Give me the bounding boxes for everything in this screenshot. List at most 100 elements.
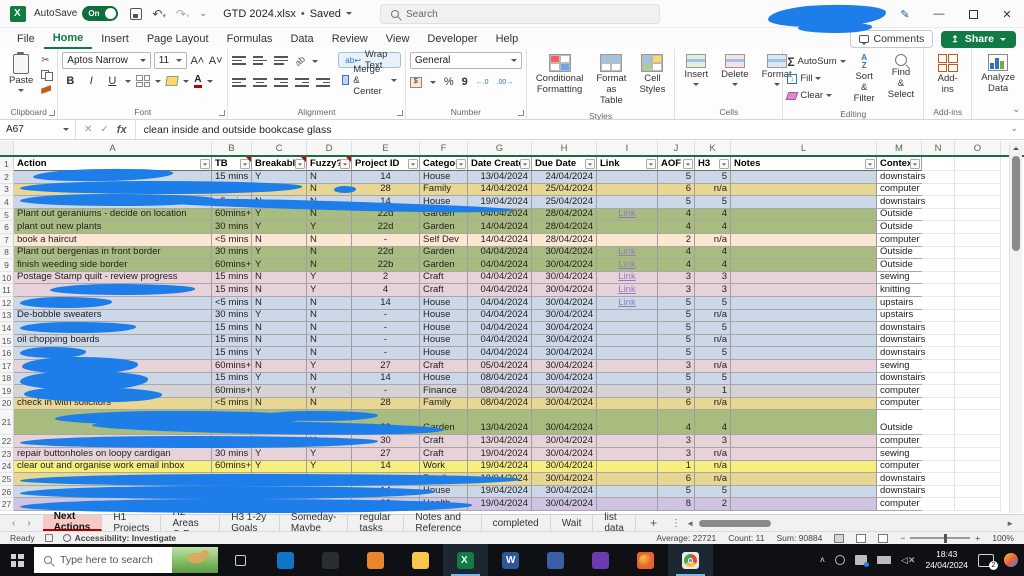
cell-h3[interactable]: n/a bbox=[695, 398, 731, 411]
cell-project-id[interactable]: - bbox=[352, 310, 420, 323]
delete-cells-button[interactable]: Delete bbox=[716, 52, 753, 88]
cell-due-date[interactable]: 30/04/2024 bbox=[532, 322, 597, 335]
cell-breakable[interactable]: N bbox=[252, 234, 307, 247]
hscroll-right-icon[interactable]: ► bbox=[1006, 519, 1014, 528]
header-aof[interactable]: AOF bbox=[658, 157, 695, 171]
page-layout-view-icon[interactable] bbox=[856, 534, 866, 543]
cell-aof[interactable]: 3 bbox=[658, 448, 695, 461]
filter-dropdown-icon[interactable] bbox=[683, 159, 693, 169]
cell-h3[interactable]: n/a bbox=[695, 310, 731, 323]
filter-dropdown-icon[interactable] bbox=[910, 159, 920, 169]
cell-due-date[interactable]: 28/04/2024 bbox=[532, 209, 597, 222]
number-dialog-launcher[interactable] bbox=[518, 110, 524, 116]
zoom-in-icon[interactable]: + bbox=[975, 533, 980, 543]
cell-due-date[interactable]: 30/04/2024 bbox=[532, 247, 597, 260]
row-number[interactable]: 2 bbox=[0, 171, 14, 184]
cell-link[interactable] bbox=[597, 498, 658, 511]
cell-due-date[interactable]: 30/04/2024 bbox=[532, 398, 597, 411]
cell-aof[interactable]: 1 bbox=[658, 461, 695, 474]
tab-options-icon[interactable]: ⋮ bbox=[671, 518, 681, 529]
scroll-up-icon[interactable] bbox=[1010, 142, 1022, 154]
cell-context[interactable]: Outside bbox=[877, 209, 922, 222]
ribbon-tab-page-layout[interactable]: Page Layout bbox=[138, 30, 218, 48]
paste-button[interactable]: Paste bbox=[4, 52, 38, 94]
row-number[interactable]: 17 bbox=[0, 360, 14, 373]
cell-context[interactable]: computer bbox=[877, 435, 922, 448]
cell-category[interactable]: Craft bbox=[420, 284, 468, 297]
row-number[interactable]: 15 bbox=[0, 335, 14, 348]
cell-notes[interactable] bbox=[731, 247, 877, 260]
cell-h3[interactable]: 4 bbox=[695, 259, 731, 272]
cell-aof[interactable]: 3 bbox=[658, 360, 695, 373]
cancel-entry-icon[interactable]: ✕ bbox=[84, 124, 92, 135]
cell-o[interactable] bbox=[955, 184, 1001, 197]
cell-date-created[interactable]: 04/04/2024 bbox=[468, 347, 532, 360]
cell-breakable[interactable]: Y bbox=[252, 385, 307, 398]
cell-tb[interactable]: 30 mins bbox=[212, 221, 252, 234]
cell-aof[interactable]: 5 bbox=[658, 322, 695, 335]
cell-due-date[interactable]: 30/04/2024 bbox=[532, 486, 597, 499]
horizontal-scroll-thumb[interactable] bbox=[699, 520, 771, 527]
cell-due-date[interactable]: 30/04/2024 bbox=[532, 360, 597, 373]
cell-aof[interactable]: 4 bbox=[658, 410, 695, 435]
cell-link[interactable] bbox=[597, 398, 658, 411]
cell-due-date[interactable]: 30/04/2024 bbox=[532, 448, 597, 461]
cell-o[interactable] bbox=[955, 373, 1001, 386]
hyperlink[interactable]: Link bbox=[618, 297, 635, 308]
cell-project-id[interactable]: 27 bbox=[352, 448, 420, 461]
cell-notes[interactable] bbox=[731, 284, 877, 297]
cell-context[interactable]: downstairs bbox=[877, 196, 922, 209]
cut-icon[interactable]: ✂ bbox=[41, 55, 53, 66]
sheet-tab-h1-projects[interactable]: H1 Projects bbox=[102, 515, 161, 531]
cell-link[interactable] bbox=[597, 373, 658, 386]
cell-styles-button[interactable]: CellStyles bbox=[634, 52, 670, 98]
cell-due-date[interactable]: 30/04/2024 bbox=[532, 259, 597, 272]
sheet-tab-next-actions[interactable]: Next Actions bbox=[43, 515, 103, 531]
ribbon-tab-insert[interactable]: Insert bbox=[92, 30, 138, 48]
column-letter-N[interactable]: N bbox=[922, 141, 955, 155]
cell-o[interactable] bbox=[955, 209, 1001, 222]
cell-date-created[interactable]: 14/04/2024 bbox=[468, 184, 532, 197]
cell-notes[interactable] bbox=[731, 297, 877, 310]
cell-context[interactable]: computer bbox=[877, 385, 922, 398]
cell-n[interactable] bbox=[922, 284, 955, 297]
accessibility-status[interactable]: Accessibility: Investigate bbox=[63, 533, 177, 543]
row-number[interactable]: 11 bbox=[0, 284, 14, 297]
cell-notes[interactable] bbox=[731, 184, 877, 197]
header-notes[interactable]: Notes bbox=[731, 157, 877, 171]
cell-o[interactable] bbox=[955, 284, 1001, 297]
row-number[interactable]: 6 bbox=[0, 221, 14, 234]
cell-n[interactable] bbox=[922, 410, 955, 435]
column-letter-M[interactable]: M bbox=[877, 141, 922, 155]
shrink-font-icon[interactable]: A˅ bbox=[208, 55, 223, 67]
cell-h3[interactable]: n/a bbox=[695, 184, 731, 197]
cell-category[interactable]: Craft bbox=[420, 435, 468, 448]
cell-date-created[interactable]: 08/04/2024 bbox=[468, 385, 532, 398]
search-highlight-image[interactable] bbox=[172, 547, 218, 573]
cell-notes[interactable] bbox=[731, 410, 877, 435]
zoom-slider[interactable] bbox=[910, 537, 970, 539]
merge-center-button[interactable]: Merge & Center bbox=[338, 72, 401, 88]
cell-category[interactable]: Work bbox=[420, 461, 468, 474]
cell-fuzzy[interactable]: N bbox=[307, 259, 352, 272]
row-number[interactable]: 24 bbox=[0, 461, 14, 474]
row-number[interactable]: 23 bbox=[0, 448, 14, 461]
cell-project-id[interactable]: 28 bbox=[352, 184, 420, 197]
cell-notes[interactable] bbox=[731, 473, 877, 486]
cell-tb[interactable]: <5 mins bbox=[212, 297, 252, 310]
cell-context[interactable]: computer bbox=[877, 398, 922, 411]
column-letter-C[interactable]: C bbox=[252, 141, 307, 155]
cell-due-date[interactable]: 30/04/2024 bbox=[532, 410, 597, 435]
cell-o[interactable] bbox=[955, 157, 1001, 171]
cell-o[interactable] bbox=[955, 234, 1001, 247]
task-view-taskbar-button[interactable] bbox=[218, 544, 263, 576]
header-category[interactable]: Category bbox=[420, 157, 468, 171]
row-number[interactable]: 12 bbox=[0, 297, 14, 310]
select-all-corner[interactable] bbox=[0, 141, 14, 155]
row-number[interactable]: 19 bbox=[0, 385, 14, 398]
orientation-icon[interactable]: ab bbox=[293, 54, 307, 68]
cell-tb[interactable]: <5 mins bbox=[212, 234, 252, 247]
cell-breakable[interactable]: N bbox=[252, 335, 307, 348]
cell-project-id[interactable]: - bbox=[352, 385, 420, 398]
cell-fuzzy[interactable]: N bbox=[307, 398, 352, 411]
